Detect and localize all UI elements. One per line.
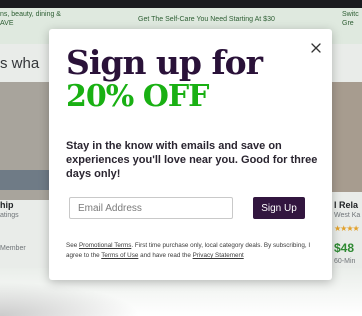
nav-right-line1: Switc	[342, 11, 359, 18]
fineprint-body2: and have read the	[138, 252, 193, 259]
deal-card-ratings-left: atings	[0, 212, 19, 219]
close-icon	[311, 43, 321, 53]
nav-right-line2: Gre	[342, 20, 354, 27]
section-heading: s wha	[0, 55, 40, 72]
modal-headline: Sign up for	[66, 43, 263, 82]
modal-offer-headline: 20% OFF	[66, 79, 209, 114]
nav-promo-text[interactable]: Get The Self-Care You Need Starting At $…	[138, 16, 275, 23]
deal-card-note-right: 60-Min	[334, 258, 356, 265]
privacy-statement-link[interactable]: Privacy Statement	[193, 252, 244, 259]
nav-right-text[interactable]: Switc Gre	[342, 10, 359, 28]
deal-card-title-left[interactable]: hip	[0, 200, 14, 210]
promotional-terms-link[interactable]: Promotional Terms	[79, 242, 131, 249]
signup-button[interactable]: Sign Up	[253, 197, 305, 219]
deal-card-stars-right: ★★★★	[334, 224, 360, 233]
nav-left-line1: ns, beauty, dining &	[0, 11, 61, 18]
nav-left-text[interactable]: ns, beauty, dining & AVE	[0, 10, 61, 28]
deal-card-member-left: Member	[0, 245, 26, 252]
deal-card-location-right: West Ka	[334, 212, 361, 219]
top-bar	[0, 0, 362, 8]
email-input[interactable]	[69, 197, 233, 219]
deal-card-title-right[interactable]: l Rela	[334, 200, 358, 210]
deal-card-price-right: $48	[334, 241, 355, 255]
fineprint-see: See	[66, 242, 79, 249]
close-button[interactable]	[309, 41, 323, 55]
modal-body-text: Stay in the know with emails and save on…	[66, 140, 318, 180]
fineprint-text: See Promotional Terms. First time purcha…	[66, 241, 324, 261]
page-bottom-shadow	[0, 282, 140, 316]
terms-of-use-link[interactable]: Terms of Use	[101, 252, 138, 259]
signup-modal: Sign up for 20% OFF Stay in the know wit…	[49, 29, 332, 280]
nav-left-line2: AVE	[0, 20, 14, 27]
